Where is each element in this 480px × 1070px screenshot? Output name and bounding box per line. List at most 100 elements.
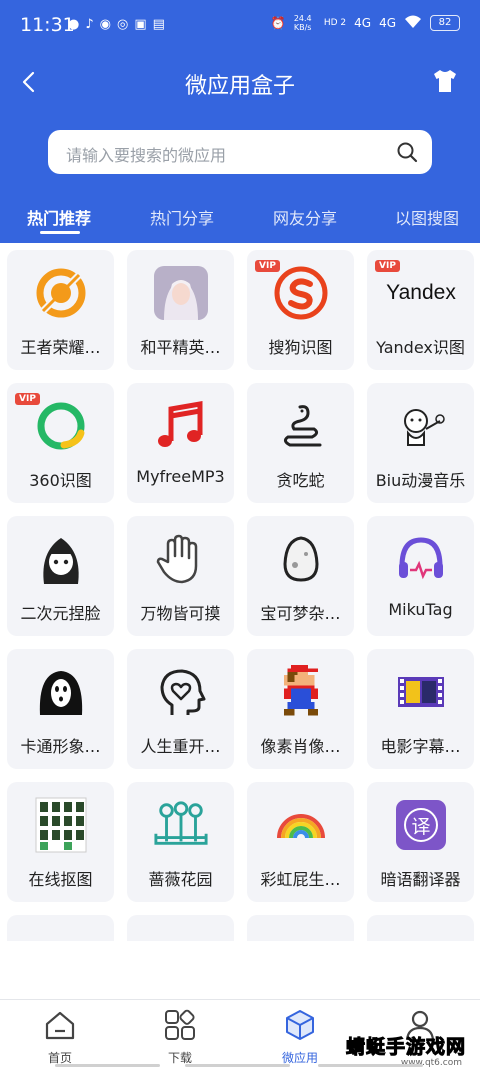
theme-button[interactable]: [432, 68, 458, 94]
app-card[interactable]: 万物皆可摸: [127, 516, 234, 636]
app-card[interactable]: 和平精英…: [127, 250, 234, 370]
search-placeholder: 请输入要搜索的微应用: [66, 146, 227, 165]
ghost-face-icon: [33, 664, 89, 720]
hd-badge: HD 2: [323, 18, 347, 28]
rainbow-icon: [273, 797, 329, 853]
app-card[interactable]: [7, 915, 114, 941]
app-icon: [393, 930, 449, 941]
film-icon: [393, 664, 449, 720]
translate-glyph: 译: [404, 808, 438, 842]
top-bar: 微应用盒子: [0, 50, 480, 114]
snake-icon: [273, 398, 329, 454]
app-label: 王者荣耀…: [20, 338, 101, 357]
app-label: Biu动漫音乐: [375, 471, 466, 490]
app-label: 贪吃蛇: [276, 471, 325, 490]
page-title: 微应用盒子: [184, 74, 295, 99]
music-note-icon: [153, 398, 209, 454]
app-grid: 王者荣耀… 和平精英… VIP 搜狗识图 VIP Yandex Yandex识图…: [0, 243, 480, 941]
app-icon: ◎: [116, 17, 129, 32]
translate-icon: 译: [393, 797, 449, 853]
app-label: 360识图: [29, 471, 92, 490]
gesture-bar: [55, 1064, 160, 1067]
game-character-icon: [153, 265, 209, 321]
app-card[interactable]: 二次元捏脸: [7, 516, 114, 636]
app-card[interactable]: 人生重开…: [127, 649, 234, 769]
app-card[interactable]: [247, 915, 354, 941]
app-card[interactable]: [127, 915, 234, 941]
app-icon: ▤: [152, 17, 165, 32]
app-card[interactable]: 译 暗语翻译器: [367, 782, 474, 902]
nav-download[interactable]: 下载: [140, 1008, 220, 1066]
app-card[interactable]: 彩虹屁生…: [247, 782, 354, 902]
app-card[interactable]: VIP Yandex Yandex识图: [367, 250, 474, 370]
chat-icon: ●: [68, 17, 80, 32]
egg-icon: [273, 531, 329, 587]
app-card[interactable]: 电影字幕…: [367, 649, 474, 769]
app-label: 在线抠图: [28, 870, 93, 889]
signal-4g-2: 4G: [379, 16, 396, 30]
app-label: 搜狗识图: [268, 338, 333, 357]
hand-icon: [153, 531, 209, 587]
signal-4g: 4G: [354, 16, 372, 30]
app-label: 宝可梦杂…: [260, 604, 341, 623]
category-tabs: 热门推荐 热门分享 网友分享 以图搜图: [0, 195, 480, 243]
pixel-mario-icon: [273, 664, 329, 720]
app-label: MikuTag: [388, 600, 453, 619]
app-card[interactable]: 贪吃蛇: [247, 383, 354, 503]
watermark: 蜻蜓手游戏网: [345, 1036, 466, 1059]
app-card[interactable]: [367, 915, 474, 941]
wifi-icon: [404, 15, 422, 32]
tab-hot-recommend[interactable]: 热门推荐: [27, 205, 91, 229]
app-label: 暗语翻译器: [380, 870, 461, 889]
active-tab-indicator: [40, 231, 80, 234]
anime-girl-icon: [33, 531, 89, 587]
app-label: 彩虹屁生…: [260, 870, 341, 889]
app-card[interactable]: VIP 搜狗识图: [247, 250, 354, 370]
app-label: 蔷薇花园: [148, 870, 213, 889]
app-icon: ◉: [99, 17, 111, 32]
search-icon[interactable]: [396, 141, 418, 163]
app-card[interactable]: 卡通形象…: [7, 649, 114, 769]
notification-icons: ● ♪ ◉ ◎ ▣ ▤: [68, 17, 165, 32]
tab-image-search[interactable]: 以图搜图: [395, 205, 459, 229]
app-icon: ▣: [134, 17, 147, 32]
tshirt-icon: [434, 70, 456, 92]
battery-icon: 82: [430, 15, 460, 31]
tab-hot-share[interactable]: 热门分享: [150, 205, 214, 229]
app-label: MyfreeMP3: [136, 467, 225, 486]
headphones-icon: [393, 531, 449, 587]
header-bar: 11:31 ● ♪ ◉ ◎ ▣ ▤ ⏰ 24.4 KB/s HD 2 4G 4G…: [0, 0, 480, 243]
nav-home[interactable]: 首页: [20, 1008, 100, 1066]
tab-user-share[interactable]: 网友分享: [273, 205, 337, 229]
app-label: 卡通形象…: [20, 737, 101, 756]
gesture-bar: [318, 1064, 423, 1067]
app-card[interactable]: 王者荣耀…: [7, 250, 114, 370]
nav-micro-app[interactable]: 微应用: [260, 1008, 340, 1066]
app-label: 人生重开…: [140, 737, 221, 756]
app-card[interactable]: MikuTag: [367, 516, 474, 636]
ring-icon: [33, 398, 89, 454]
search-input[interactable]: 请输入要搜索的微应用: [48, 130, 432, 174]
app-label: Yandex识图: [376, 338, 465, 357]
app-card[interactable]: Biu动漫音乐: [367, 383, 474, 503]
tiktok-icon: ♪: [85, 17, 94, 32]
cube-icon: [286, 1010, 314, 1040]
app-label: 二次元捏脸: [20, 604, 101, 623]
app-card[interactable]: 像素肖像…: [247, 649, 354, 769]
sogou-icon: [273, 265, 329, 321]
gesture-bar: [185, 1064, 290, 1067]
app-label: 万物皆可摸: [140, 604, 221, 623]
yandex-icon: Yandex: [381, 265, 461, 321]
app-icon: [153, 930, 209, 941]
app-label: 电影字幕…: [380, 737, 461, 756]
status-time: 11:31: [20, 14, 75, 36]
app-card[interactable]: MyfreeMP3: [127, 383, 234, 503]
cartoon-icon: [393, 398, 449, 454]
app-card[interactable]: 蔷薇花园: [127, 782, 234, 902]
garden-icon: [153, 797, 209, 853]
app-label: 和平精英…: [140, 338, 221, 357]
sticker-sheet-icon: [33, 797, 89, 853]
app-card[interactable]: VIP 360识图: [7, 383, 114, 503]
app-card[interactable]: 在线抠图: [7, 782, 114, 902]
app-card[interactable]: 宝可梦杂…: [247, 516, 354, 636]
